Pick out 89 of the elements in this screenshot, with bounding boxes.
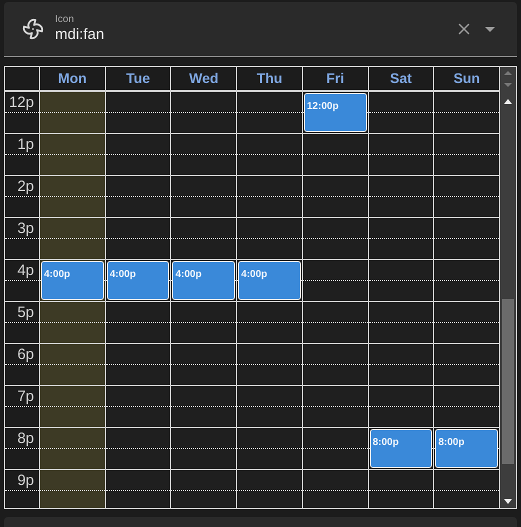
calendar-cell[interactable] — [368, 176, 434, 218]
scroll-up-icon[interactable] — [504, 99, 512, 104]
calendar-cell[interactable] — [434, 386, 500, 428]
calendar-cell[interactable] — [171, 218, 238, 260]
calendar-cell[interactable] — [237, 92, 303, 134]
time-label: 2p — [17, 178, 34, 198]
day-header: Thu — [237, 67, 303, 90]
calendar-cell[interactable] — [237, 428, 303, 470]
calendar-cell[interactable] — [106, 218, 172, 260]
calendar-cell[interactable] — [434, 218, 500, 260]
scrollbar[interactable] — [500, 67, 516, 508]
calendar-cell[interactable] — [302, 134, 369, 176]
calendar-cell[interactable] — [302, 386, 369, 428]
calendar-cell[interactable] — [434, 260, 500, 302]
calendar-cell[interactable] — [106, 470, 172, 508]
calendar-cell[interactable] — [237, 344, 303, 386]
calendar-cell[interactable] — [302, 260, 369, 302]
calendar-cell[interactable] — [237, 302, 303, 344]
calendar-cell[interactable] — [106, 92, 172, 134]
calendar-cell[interactable] — [40, 176, 106, 218]
calendar-cell[interactable] — [368, 386, 434, 428]
time-label: 8p — [17, 430, 34, 450]
calendar-cell[interactable] — [40, 428, 106, 470]
calendar-cell[interactable] — [368, 302, 434, 344]
calendar-cell[interactable] — [368, 260, 434, 302]
calendar-cell[interactable] — [106, 134, 172, 176]
calendar-cell[interactable] — [302, 428, 369, 470]
calendar-cell[interactable] — [434, 92, 500, 134]
day-header: Wed — [171, 67, 238, 90]
calendar-cell[interactable] — [40, 470, 106, 508]
calendar-cell[interactable] — [368, 470, 434, 508]
calendar-cell[interactable] — [40, 92, 106, 134]
calendar-cell[interactable] — [368, 218, 434, 260]
day-header: Sat — [368, 67, 434, 90]
calendar-cell[interactable] — [368, 134, 434, 176]
time-label: 5p — [17, 304, 34, 324]
calendar-cell[interactable] — [237, 134, 303, 176]
time-label: 9p — [17, 472, 34, 492]
calendar-cell[interactable] — [106, 344, 172, 386]
time-label: 4p — [17, 262, 34, 282]
sort-arrows-icon — [504, 70, 512, 88]
time-label: 12p — [8, 94, 34, 114]
calendar-cell[interactable] — [368, 92, 434, 134]
time-label: 1p — [17, 136, 34, 156]
calendar-cell[interactable] — [434, 302, 500, 344]
calendar-cell[interactable] — [40, 344, 106, 386]
calendar-cell[interactable] — [237, 470, 303, 508]
calendar-cell[interactable] — [106, 428, 172, 470]
calendar-cell[interactable] — [434, 344, 500, 386]
calendar-cell[interactable] — [40, 134, 106, 176]
calendar-cell[interactable] — [237, 218, 303, 260]
day-header: Fri — [302, 67, 369, 90]
calendar-cell[interactable] — [302, 344, 369, 386]
time-label: 3p — [17, 220, 34, 240]
field-label: Icon — [55, 14, 75, 26]
calendar-cell[interactable] — [434, 176, 500, 218]
calendar-cell[interactable] — [434, 470, 500, 508]
calendar-cell[interactable] — [368, 344, 434, 386]
calendar-cell[interactable] — [171, 176, 238, 218]
calendar-cell[interactable] — [302, 218, 369, 260]
day-header: Tue — [106, 67, 172, 90]
calendar-cell[interactable] — [106, 386, 172, 428]
calendar-cell[interactable] — [171, 428, 238, 470]
caret-icon[interactable] — [485, 26, 495, 32]
field-value: mdi:fan — [55, 26, 106, 44]
calendar-cell[interactable] — [106, 302, 172, 344]
calendar-cell[interactable] — [40, 302, 106, 344]
calendar-cell[interactable] — [237, 176, 303, 218]
calendar-cell[interactable] — [171, 302, 238, 344]
calendar-cell[interactable] — [106, 176, 172, 218]
scroll-thumb[interactable] — [502, 299, 514, 464]
calendar-cell[interactable] — [171, 92, 238, 134]
time-label: 6p — [17, 346, 34, 366]
time-label: 7p — [17, 388, 34, 408]
calendar-cell[interactable] — [40, 218, 106, 260]
calendar-cell[interactable] — [171, 386, 238, 428]
calendar-cell[interactable] — [302, 176, 369, 218]
calendar-cell[interactable] — [171, 470, 238, 508]
fan-icon — [22, 18, 44, 40]
calendar-cell[interactable] — [171, 344, 238, 386]
scroll-down-icon[interactable] — [504, 499, 512, 504]
calendar-cell[interactable] — [171, 134, 238, 176]
icon-field[interactable]: Icon mdi:fan — [4, 2, 517, 58]
calendar-cell[interactable] — [237, 386, 303, 428]
calendar-cell[interactable] — [40, 386, 106, 428]
day-header: Mon — [40, 67, 106, 90]
calendar-cell[interactable] — [302, 470, 369, 508]
calendar-cell[interactable] — [434, 134, 500, 176]
calendar-cell[interactable] — [302, 302, 369, 344]
